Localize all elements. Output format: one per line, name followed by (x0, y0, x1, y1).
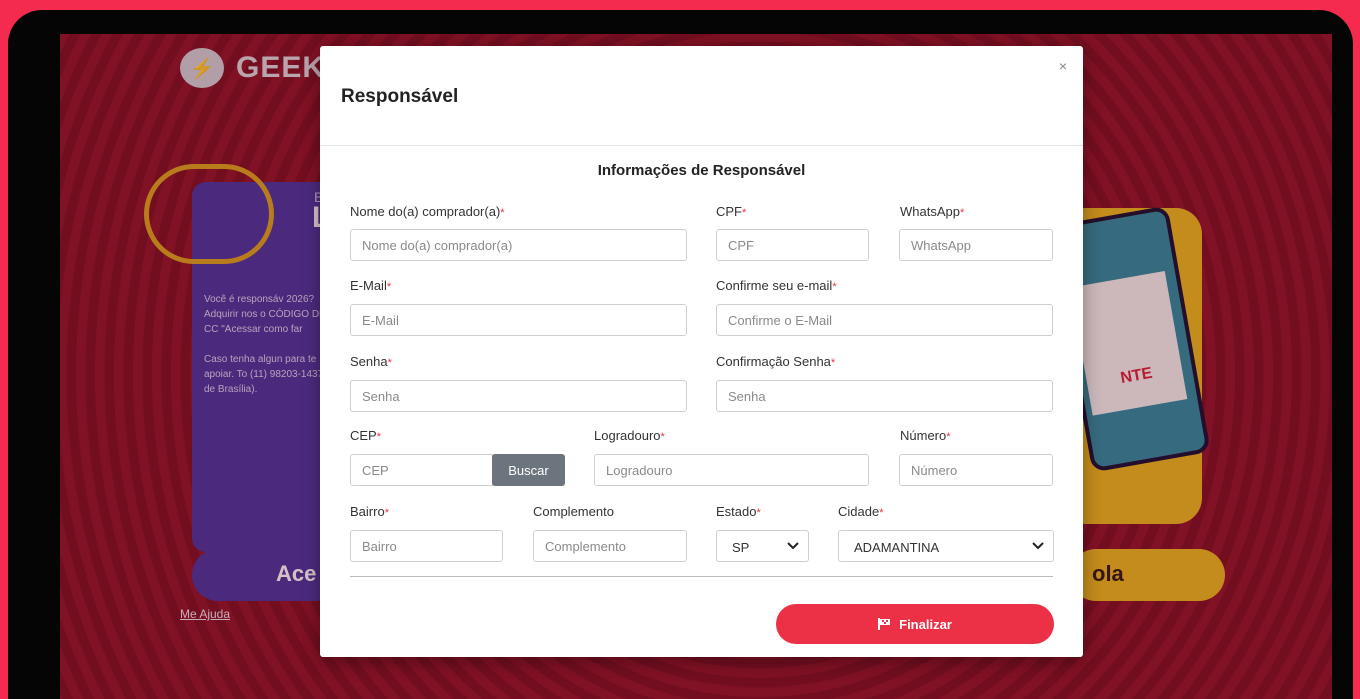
complemento-input[interactable] (533, 530, 687, 562)
confirm-senha-label: Confirmação Senha* (716, 354, 836, 369)
cep-label: CEP* (350, 428, 382, 443)
finalizar-label: Finalizar (899, 616, 952, 632)
nome-label: Nome do(a) comprador(a)* (350, 204, 505, 219)
email-input[interactable] (350, 304, 687, 336)
numero-label: Número* (900, 428, 951, 443)
flag-icon (878, 618, 891, 630)
logradouro-input[interactable] (594, 454, 869, 486)
senha-input[interactable] (350, 380, 687, 412)
confirm-email-label: Confirme seu e-mail* (716, 278, 837, 293)
numero-input[interactable] (899, 454, 1053, 486)
nome-input[interactable] (350, 229, 687, 261)
estado-label: Estado* (716, 504, 761, 519)
chevron-down-icon (1032, 542, 1044, 550)
modal-title: Responsável (341, 86, 459, 107)
estado-value: SP (732, 540, 750, 555)
cpf-label: CPF* (716, 204, 747, 219)
confirm-email-input[interactable] (716, 304, 1053, 336)
cpf-input[interactable] (716, 229, 869, 261)
section-title: Informações de Responsável (597, 162, 806, 179)
modal-header: Responsável × (320, 46, 1083, 146)
cidade-select[interactable]: ADAMANTINA (838, 530, 1054, 562)
finalizar-button[interactable]: Finalizar (776, 604, 1054, 644)
complemento-label: Complemento (533, 504, 614, 519)
chevron-down-icon (787, 542, 799, 550)
bairro-label: Bairro* (350, 504, 389, 519)
responsavel-modal: Responsável × Informações de Responsável… (320, 46, 1083, 657)
cep-input[interactable] (350, 454, 493, 486)
whatsapp-label: WhatsApp* (900, 204, 965, 219)
divider (350, 576, 1053, 577)
buscar-button[interactable]: Buscar (492, 454, 565, 486)
whatsapp-input[interactable] (899, 229, 1053, 261)
estado-select[interactable]: SP (716, 530, 809, 562)
logradouro-label: Logradouro* (594, 428, 665, 443)
senha-label: Senha* (350, 354, 392, 369)
confirm-senha-input[interactable] (716, 380, 1053, 412)
cidade-label: Cidade* (838, 504, 884, 519)
close-icon[interactable]: × (1059, 58, 1067, 74)
email-label: E-Mail* (350, 278, 392, 293)
cidade-value: ADAMANTINA (854, 540, 940, 555)
bairro-input[interactable] (350, 530, 503, 562)
